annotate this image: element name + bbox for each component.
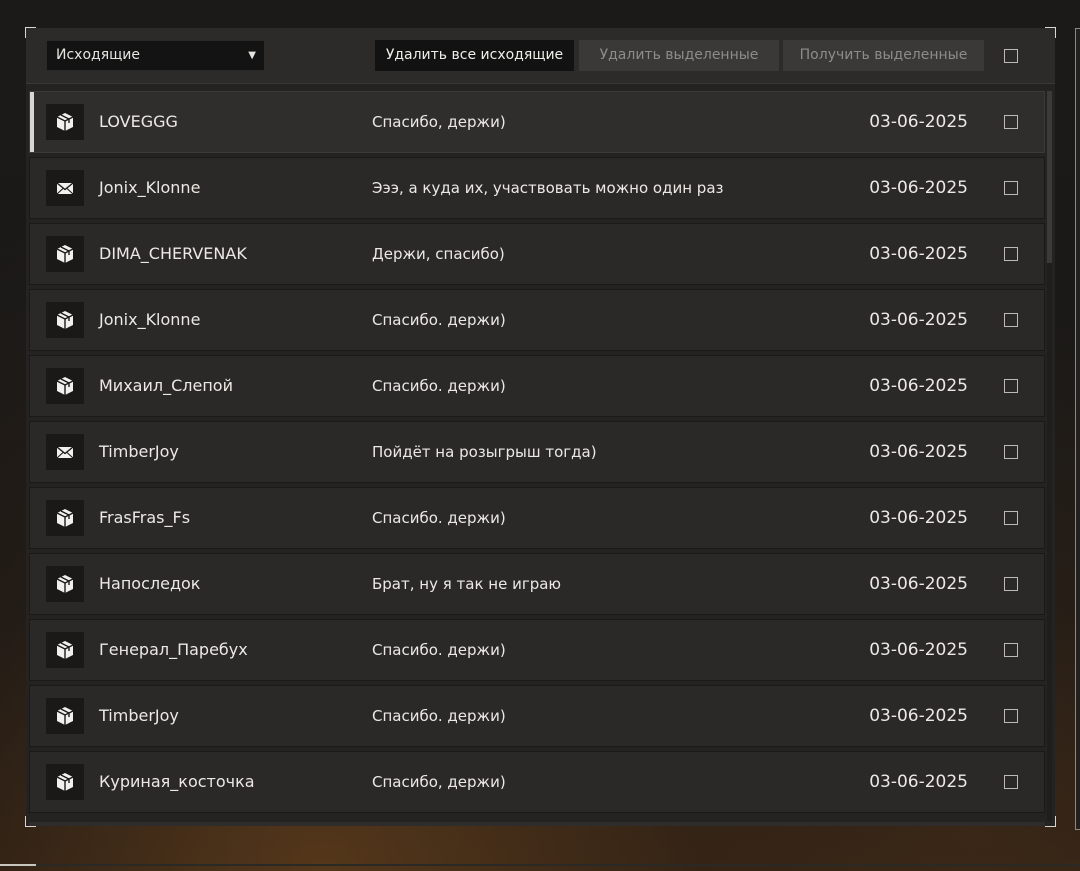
message-sender: TimberJoy <box>99 706 179 725</box>
message-row[interactable]: Jonix_Klonne Эээ, а куда их, участвовать … <box>29 157 1045 219</box>
selected-row-indicator <box>30 92 34 152</box>
message-checkbox[interactable] <box>1004 709 1018 723</box>
message-checkbox[interactable] <box>1004 511 1018 525</box>
message-checkbox[interactable] <box>1004 115 1018 129</box>
message-text: Спасибо. держи) <box>372 707 506 725</box>
envelope-icon <box>46 434 84 470</box>
scrollbar-thumb[interactable] <box>1047 91 1052 263</box>
message-row[interactable]: FrasFras_Fs Спасибо. держи) 03-06-2025 <box>29 487 1045 549</box>
message-text: Эээ, а куда их, участвовать можно один р… <box>372 179 724 197</box>
message-date: 03-06-2025 <box>869 376 968 396</box>
message-row[interactable]: Генерал_Паребух Спасибо. держи) 03-06-2025 <box>29 619 1045 681</box>
message-text: Спасибо. держи) <box>372 377 506 395</box>
message-date: 03-06-2025 <box>869 508 968 528</box>
side-panel-edge <box>1075 28 1080 830</box>
message-row[interactable]: LOVEGGG Спасибо, держи) 03-06-2025 <box>29 91 1045 153</box>
message-text: Пойдёт на розыгрыш тогда) <box>372 443 597 461</box>
message-date: 03-06-2025 <box>869 772 968 792</box>
message-sender: TimberJoy <box>99 442 179 461</box>
envelope-icon <box>46 170 84 206</box>
message-checkbox[interactable] <box>1004 775 1018 789</box>
package-icon <box>46 236 84 272</box>
scrollbar[interactable] <box>1047 91 1052 821</box>
folder-select[interactable]: Исходящие ▼ <box>46 40 265 71</box>
message-sender: Генерал_Паребух <box>99 640 248 659</box>
message-row[interactable]: Напоследок Брат, ну я так не играю 03-06-2… <box>29 553 1045 615</box>
message-row[interactable]: Куриная_косточка Спасибо, держи) 03-06-202… <box>29 751 1045 813</box>
message-sender: DIMA_CHERVENAK <box>99 244 247 263</box>
package-icon <box>46 764 84 800</box>
package-icon <box>46 104 84 140</box>
select-all-checkbox[interactable] <box>1004 49 1018 63</box>
message-text: Держи, спасибо) <box>372 245 505 263</box>
message-date: 03-06-2025 <box>869 706 968 726</box>
mailbox-window: Исходящие ▼ Удалить все исходящие Удалит… <box>25 27 1056 827</box>
package-icon <box>46 698 84 734</box>
message-list: LOVEGGG Спасибо, держи) 03-06-2025 Jonix_Kl… <box>29 91 1045 821</box>
package-icon <box>46 566 84 602</box>
message-date: 03-06-2025 <box>869 574 968 594</box>
message-date: 03-06-2025 <box>869 640 968 660</box>
message-text: Брат, ну я так не играю <box>372 575 562 593</box>
message-date: 03-06-2025 <box>869 244 968 264</box>
message-text: Спасибо. держи) <box>372 311 506 329</box>
message-checkbox[interactable] <box>1004 247 1018 261</box>
message-date: 03-06-2025 <box>869 112 968 132</box>
message-row[interactable]: DIMA_CHERVENAK Держи, спасибо) 03-06-2025 <box>29 223 1045 285</box>
message-text: Спасибо. держи) <box>372 641 506 659</box>
message-date: 03-06-2025 <box>869 178 968 198</box>
package-icon <box>46 632 84 668</box>
message-checkbox[interactable] <box>1004 643 1018 657</box>
message-row[interactable]: Jonix_Klonne Спасибо. держи) 03-06-2025 <box>29 289 1045 351</box>
package-icon <box>46 368 84 404</box>
delete-selected-button[interactable]: Удалить выделенные <box>579 40 779 71</box>
delete-all-outgoing-button[interactable]: Удалить все исходящие <box>375 40 574 71</box>
dropdown-arrow-icon: ▼ <box>248 50 256 61</box>
get-selected-button[interactable]: Получить выделенные <box>783 40 984 71</box>
package-icon <box>46 500 84 536</box>
message-checkbox[interactable] <box>1004 445 1018 459</box>
message-date: 03-06-2025 <box>869 310 968 330</box>
message-sender: Jonix_Klonne <box>99 310 201 329</box>
message-text: Спасибо. держи) <box>372 509 506 527</box>
bottom-strip-indicator <box>0 864 36 866</box>
folder-select-value: Исходящие <box>56 47 141 63</box>
package-icon <box>46 302 84 338</box>
message-text: Спасибо, держи) <box>372 113 506 131</box>
message-checkbox[interactable] <box>1004 181 1018 195</box>
message-row[interactable]: TimberJoy Спасибо. держи) 03-06-2025 <box>29 685 1045 747</box>
message-checkbox[interactable] <box>1004 379 1018 393</box>
message-sender: Jonix_Klonne <box>99 178 201 197</box>
message-row[interactable]: Михаил_Слепой Спасибо. держи) 03-06-2025 <box>29 355 1045 417</box>
message-sender: FrasFras_Fs <box>99 508 191 527</box>
message-sender: Михаил_Слепой <box>99 376 233 395</box>
message-row[interactable]: TimberJoy Пойдёт на розыгрыш тогда) 03-06-… <box>29 421 1045 483</box>
message-checkbox[interactable] <box>1004 577 1018 591</box>
message-sender: Напоследок <box>99 574 201 593</box>
message-sender: Куриная_косточка <box>99 772 255 791</box>
message-checkbox[interactable] <box>1004 313 1018 327</box>
message-sender: LOVEGGG <box>99 112 178 131</box>
bottom-strip <box>0 864 1080 866</box>
list-footer <box>29 822 1045 826</box>
message-text: Спасибо, держи) <box>372 773 506 791</box>
mailbox-toolbar: Исходящие ▼ Удалить все исходящие Удалит… <box>26 28 1055 84</box>
message-date: 03-06-2025 <box>869 442 968 462</box>
